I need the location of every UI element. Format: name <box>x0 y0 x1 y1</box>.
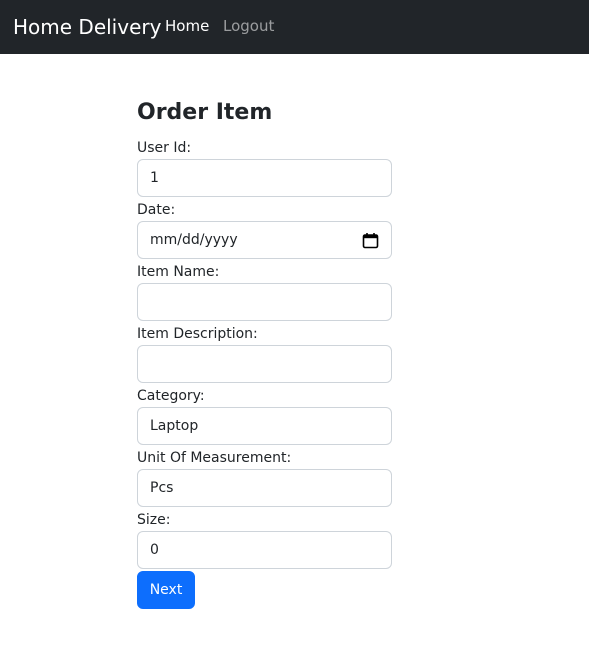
user-id-input[interactable] <box>137 159 392 197</box>
category-input[interactable] <box>137 407 392 445</box>
calendar-icon[interactable] <box>362 232 379 249</box>
next-button[interactable]: Next <box>137 571 195 609</box>
page-title: Order Item <box>137 100 273 125</box>
category-label: Category: <box>137 388 205 404</box>
item-description-label: Item Description: <box>137 326 258 342</box>
navbar-brand[interactable]: Home Delivery <box>13 14 161 40</box>
item-description-input[interactable] <box>137 345 392 383</box>
size-label: Size: <box>137 512 171 528</box>
size-input[interactable] <box>137 531 392 569</box>
date-input[interactable]: mm/dd/yyyy <box>137 221 392 259</box>
unit-of-measurement-label: Unit Of Measurement: <box>137 450 292 466</box>
user-id-label: User Id: <box>137 140 192 156</box>
date-placeholder: mm/dd/yyyy <box>150 232 238 248</box>
item-name-input[interactable] <box>137 283 392 321</box>
nav-link-logout[interactable]: Logout <box>223 16 274 36</box>
nav-link-home[interactable]: Home <box>165 16 209 36</box>
top-navbar: Home Delivery Home Logout <box>0 0 589 54</box>
date-label: Date: <box>137 202 176 218</box>
unit-of-measurement-input[interactable] <box>137 469 392 507</box>
item-name-label: Item Name: <box>137 264 220 280</box>
